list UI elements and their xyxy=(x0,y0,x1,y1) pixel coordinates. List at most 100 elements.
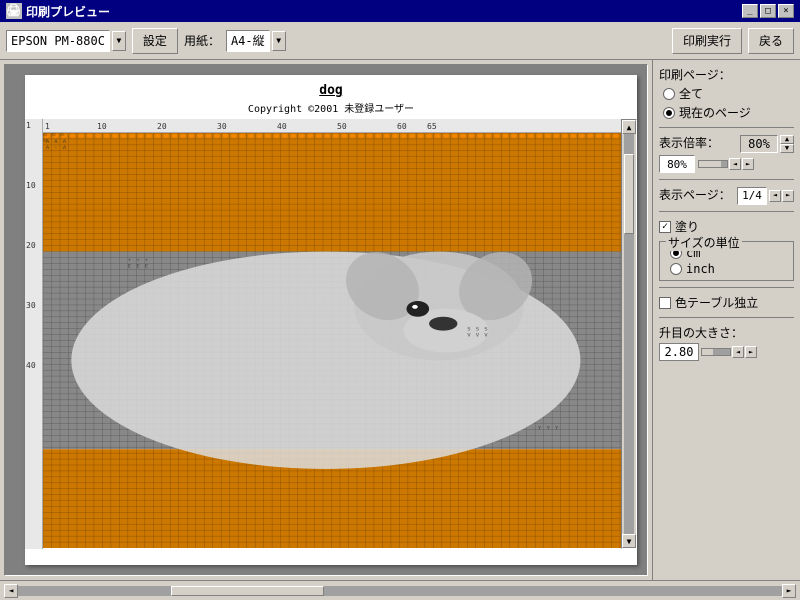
cell-size-decrease[interactable]: ◄ xyxy=(732,346,744,358)
ruler-v-1: 1 xyxy=(26,121,31,130)
zoom-scroll-left[interactable]: ◄ xyxy=(729,158,741,170)
view-page-label: 表示ページ： xyxy=(659,186,731,203)
ruler-h-60: 60 xyxy=(397,122,407,131)
scroll-h-right-arrow[interactable]: ► xyxy=(782,584,796,598)
svg-text:V: V xyxy=(476,333,479,338)
paper-select-value: A4-縦 xyxy=(226,30,270,52)
ruler-h-30: 30 xyxy=(217,122,227,131)
right-panel: 印刷ページ： 全て 現在のページ 表示倍率： 80% ▲ xyxy=(652,60,800,580)
zoom-increase-button[interactable]: ▲ xyxy=(780,135,794,144)
minimize-button[interactable]: _ xyxy=(742,4,758,18)
color-table-checkbox-item[interactable]: 色テーブル独立 xyxy=(659,294,794,311)
current-page-radio-circle[interactable] xyxy=(663,107,675,119)
svg-text:E: E xyxy=(128,264,131,269)
zoom-percent-display: 80% xyxy=(659,155,695,173)
window-icon: 🖨 xyxy=(6,3,22,19)
preview-paper: dog Copyright ©2001 未登録ユーザー 1 10 20 30 4… xyxy=(25,75,637,565)
zoom-label: 表示倍率： xyxy=(659,134,719,151)
svg-text:V: V xyxy=(467,333,470,338)
preview-area: dog Copyright ©2001 未登録ユーザー 1 10 20 30 4… xyxy=(4,64,648,576)
title-bar: 🖨 印刷プレビュー _ □ × xyxy=(0,0,800,22)
printer-select[interactable]: EPSON PM-880C ▼ xyxy=(6,30,126,52)
stitch-pattern: AAA A·A +++ EEE SSS VVV YYY xyxy=(43,133,637,548)
svg-text:+: + xyxy=(145,258,148,263)
color-table-checkbox[interactable] xyxy=(659,297,671,309)
svg-text:·: · xyxy=(54,146,57,151)
size-unit-group: サイズの単位 cm inch xyxy=(659,241,794,281)
paper-select[interactable]: A4-縦 ▼ xyxy=(226,30,286,52)
current-page-label: 現在のページ xyxy=(679,104,751,121)
settings-button[interactable]: 設定 xyxy=(132,28,178,54)
ruler-v-20: 20 xyxy=(26,241,36,250)
zoom-section: 表示倍率： 80% ▲ ▼ 80% ◄ ► xyxy=(659,134,794,173)
divider-5 xyxy=(659,317,794,318)
svg-text:A: A xyxy=(63,140,66,145)
inch-radio-circle[interactable] xyxy=(670,263,682,275)
cell-size-increase[interactable]: ► xyxy=(745,346,757,358)
window-title: 印刷プレビュー xyxy=(26,3,110,20)
svg-text:Y: Y xyxy=(555,426,558,431)
inch-radio[interactable]: inch xyxy=(670,262,787,276)
ruler-v-10: 10 xyxy=(26,181,36,190)
vertical-scrollbar[interactable]: ▲ ▼ xyxy=(621,119,637,549)
ruler-h-50: 50 xyxy=(337,122,347,131)
printer-select-value: EPSON PM-880C xyxy=(6,30,110,52)
size-unit-label: サイズの単位 xyxy=(666,234,742,251)
ruler-h-1: 1 xyxy=(45,122,50,131)
horizontal-scroll-thumb[interactable] xyxy=(171,586,324,596)
svg-text:+: + xyxy=(136,258,139,263)
print-page-radio-group: 全て 現在のページ xyxy=(659,85,794,121)
paper-label: 用紙： xyxy=(184,32,220,49)
divider-4 xyxy=(659,287,794,288)
current-page-radio[interactable]: 現在のページ xyxy=(663,104,794,121)
ruler-h-40: 40 xyxy=(277,122,287,131)
main-content: dog Copyright ©2001 未登録ユーザー 1 10 20 30 4… xyxy=(0,60,800,580)
svg-text:A: A xyxy=(63,146,66,151)
cell-size-control: 2.80 ◄ ► xyxy=(659,343,794,361)
svg-text:E: E xyxy=(136,264,139,269)
view-page-section: 表示ページ： 1/4 ◄ ► xyxy=(659,186,794,205)
all-pages-radio[interactable]: 全て xyxy=(663,85,794,102)
fill-label: 塗り xyxy=(675,218,699,235)
divider-3 xyxy=(659,211,794,212)
preview-title: dog xyxy=(25,75,637,100)
svg-text:V: V xyxy=(484,333,487,338)
cell-size-value: 2.80 xyxy=(659,343,699,361)
fill-checkbox-item[interactable]: ✓ 塗り xyxy=(659,218,794,235)
all-pages-radio-circle[interactable] xyxy=(663,88,675,100)
fill-checkbox[interactable]: ✓ xyxy=(659,221,671,233)
scroll-up-arrow[interactable]: ▲ xyxy=(622,120,636,134)
ruler-h-65: 65 xyxy=(427,122,437,131)
all-pages-label: 全て xyxy=(679,85,703,102)
scroll-down-arrow[interactable]: ▼ xyxy=(622,534,636,548)
svg-text:S: S xyxy=(467,327,470,332)
prev-page-button[interactable]: ◄ xyxy=(769,190,781,202)
vertical-scroll-thumb[interactable] xyxy=(624,154,634,234)
next-page-button[interactable]: ► xyxy=(782,190,794,202)
ruler-h-20: 20 xyxy=(157,122,167,131)
view-page-value: 1/4 xyxy=(737,187,767,205)
svg-text:Y: Y xyxy=(538,426,541,431)
preview-copyright: Copyright ©2001 未登録ユーザー xyxy=(25,100,637,115)
bottom-bar: ◄ ► xyxy=(0,580,800,600)
horizontal-scroll-track[interactable] xyxy=(18,586,782,596)
print-button[interactable]: 印刷実行 xyxy=(672,28,742,54)
printer-dropdown-arrow[interactable]: ▼ xyxy=(112,31,126,51)
zoom-decrease-button[interactable]: ▼ xyxy=(780,144,794,153)
zoom-spin-buttons[interactable]: ▲ ▼ xyxy=(780,135,794,153)
divider-2 xyxy=(659,179,794,180)
svg-text:+: + xyxy=(128,258,131,263)
pattern-svg: AAA A·A +++ EEE SSS VVV YYY xyxy=(43,133,637,548)
zoom-percent-row: 80% ◄ ► xyxy=(659,155,794,173)
scroll-h-left-arrow[interactable]: ◄ xyxy=(4,584,18,598)
vertical-scroll-track[interactable] xyxy=(624,134,634,534)
back-button[interactable]: 戻る xyxy=(748,28,794,54)
maximize-button[interactable]: □ xyxy=(760,4,776,18)
svg-text:A: A xyxy=(54,140,57,145)
close-button[interactable]: × xyxy=(778,4,794,18)
svg-text:S: S xyxy=(484,327,487,332)
zoom-value: 80% xyxy=(740,135,778,153)
svg-text:S: S xyxy=(476,327,479,332)
zoom-scroll-right[interactable]: ► xyxy=(742,158,754,170)
paper-dropdown-arrow[interactable]: ▼ xyxy=(272,31,286,51)
